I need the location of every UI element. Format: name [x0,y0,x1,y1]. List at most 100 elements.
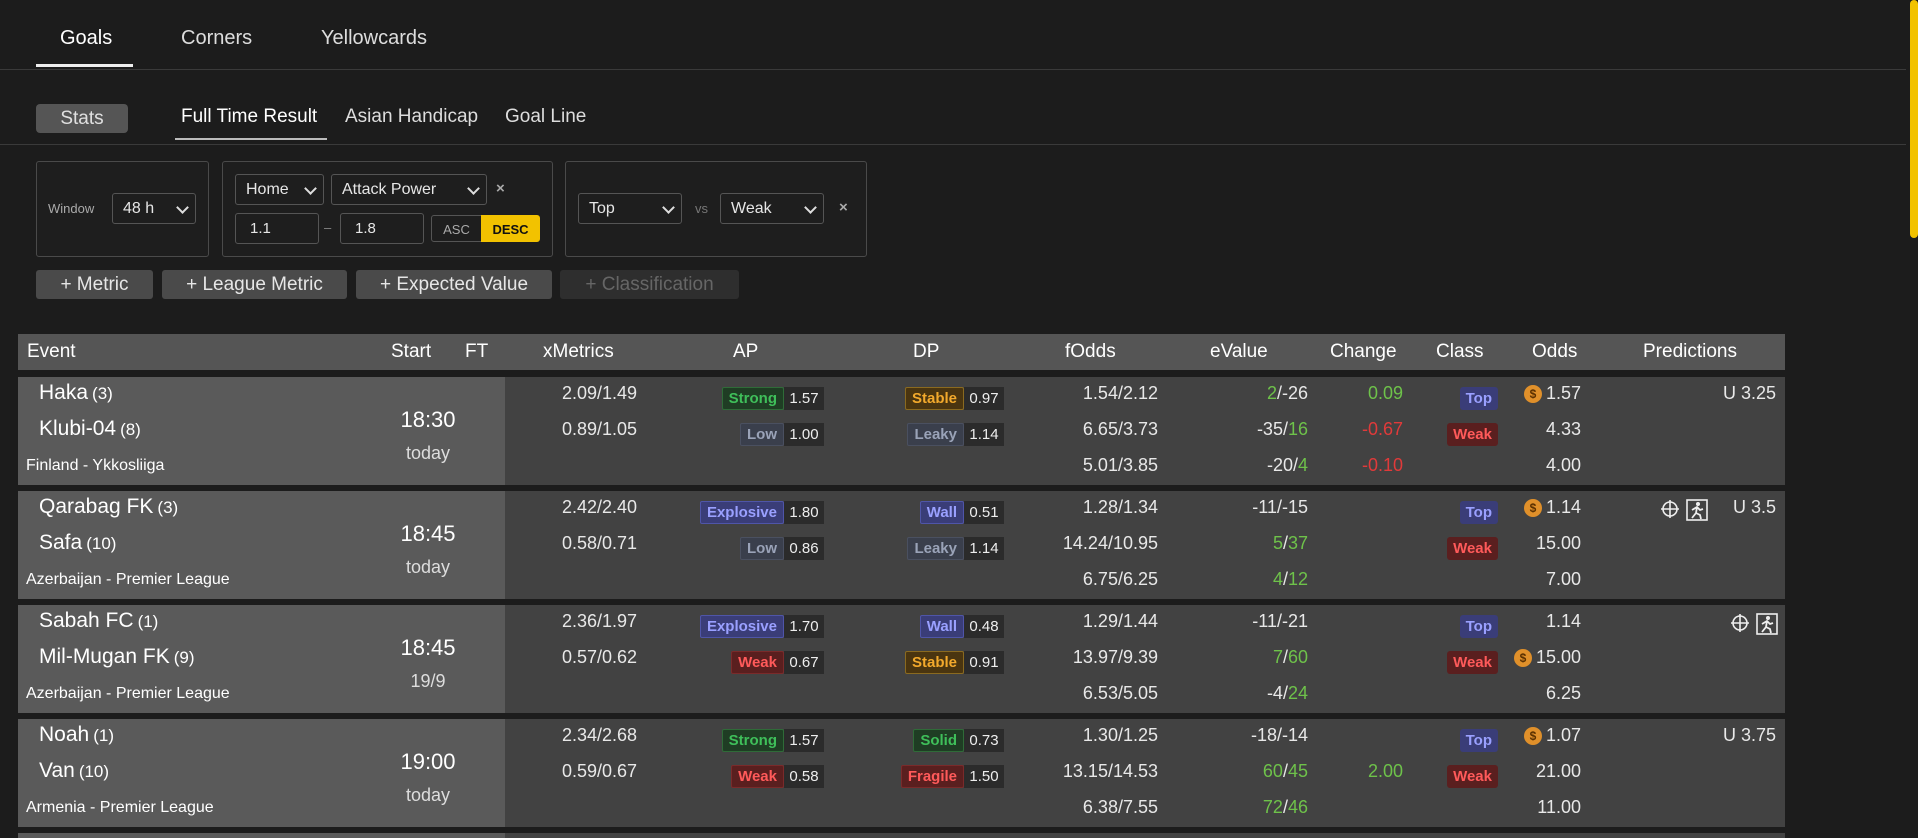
xmetrics-value: 2.42/2.40 [562,497,638,517]
evalue-value: 60/45 [1263,761,1308,782]
range-min-input[interactable]: 1.1 [235,213,319,244]
evalue-away: 60 [1287,647,1308,667]
odds-value[interactable]: 21.00 [1536,761,1581,782]
col-dp[interactable]: DP [913,341,939,363]
remove-classification-icon[interactable]: × [839,199,848,216]
money-bag-icon: $ [1523,385,1542,403]
running-player-icon[interactable] [1756,613,1778,641]
add-expected-value-button[interactable]: + Expected Value [356,270,552,299]
ap-value: 1.70 [784,615,824,638]
col-class[interactable]: Class [1436,341,1484,363]
away-team[interactable]: Safa (10) [39,531,116,555]
dp-value: 0.51 [964,501,1004,524]
odds-value[interactable]: $1.57 [1523,383,1581,404]
add-league-metric-button[interactable]: + League Metric [162,270,347,299]
event-cell[interactable]: Haka (3) Klubi-04 (8) Finland - Ykkosliiga 18… [18,377,505,485]
home-team[interactable]: Qarabag FK (3) [39,495,178,519]
table-row[interactable]: Noah (1) Van (10) Armenia - Premier League 19… [18,719,1785,827]
col-start[interactable]: Start [391,341,431,363]
event-cell[interactable]: Noah (1) Van (10) Armenia - Premier League 19… [18,719,505,827]
away-team[interactable]: Mil-Mugan FK (9) [39,645,194,669]
window-select[interactable]: 48 h [112,193,196,224]
home-team[interactable]: Haka (3) [39,381,113,405]
evalue-home: -18 [1250,725,1277,745]
odds-value[interactable]: $15.00 [1513,647,1581,668]
range-max-input[interactable]: 1.8 [340,213,424,244]
col-change[interactable]: Change [1330,341,1397,363]
evalue-away: 4 [1297,455,1308,475]
odds-value[interactable]: 7.00 [1546,569,1581,590]
evalue-away: -26 [1281,383,1308,403]
event-cell[interactable]: Sabah FC (1) Mil-Mugan FK (9) Azerbaijan - P… [18,605,505,713]
xmetrics-value: 0.89/1.05 [562,419,638,439]
add-metric-button[interactable]: + Metric [36,270,153,299]
tab-asian-handicap[interactable]: Asian Handicap [345,106,478,128]
scrollbar-thumb[interactable] [1910,0,1918,238]
ap-badge: Strong [721,387,784,410]
running-player-icon[interactable] [1686,499,1708,527]
stats-button[interactable]: Stats [36,104,128,133]
table-row[interactable]: Sabah FC (1) Mil-Mugan FK (9) Azerbaijan - P… [18,605,1785,713]
side-select-value: Home [246,181,289,198]
table-row[interactable] [18,833,1785,838]
away-team[interactable]: Van (10) [39,759,109,783]
evalue-value: 72/46 [1263,797,1308,818]
ap-value: 1.57 [784,387,824,410]
col-fodds[interactable]: fOdds [1065,341,1116,363]
col-ap[interactable]: AP [733,341,758,363]
tab-yellowcards[interactable]: Yellowcards [321,27,427,50]
odds-value[interactable]: $1.14 [1523,497,1581,518]
col-ft[interactable]: FT [465,341,488,363]
table-row[interactable]: Haka (3) Klubi-04 (8) Finland - Ykkosliiga 18… [18,377,1785,485]
evalue-home: -4 [1266,683,1283,703]
away-team-name: Safa [39,531,83,554]
col-odds[interactable]: Odds [1532,341,1577,363]
metric-select[interactable]: Attack Power [331,174,487,205]
tab-full-time-result[interactable]: Full Time Result [181,106,317,128]
remove-metric-icon[interactable]: × [496,180,505,197]
class-b-select[interactable]: Weak [720,193,824,224]
table-header: Event Start FT xMetrics AP DP fOdds eVal… [18,334,1785,370]
side-select[interactable]: Home [235,174,324,205]
col-event[interactable]: Event [27,341,76,363]
odds-value[interactable]: $1.07 [1523,725,1581,746]
active-tab-indicator [36,64,133,67]
class-badge-top: Top [1459,501,1498,524]
odds-value[interactable]: 1.14 [1546,611,1581,632]
evalue-value: -4/24 [1267,683,1308,704]
target-icon[interactable] [1660,499,1680,525]
odds-value[interactable]: 4.00 [1546,455,1581,476]
home-team[interactable]: Sabah FC (1) [39,609,158,633]
prediction-value: U 3.5 [1732,497,1776,517]
event-cell[interactable] [18,833,505,838]
sort-asc-button[interactable]: ASC [431,215,482,242]
tab-goal-line[interactable]: Goal Line [505,106,586,128]
event-cell[interactable]: Qarabag FK (3) Safa (10) Azerbaijan - Premie… [18,491,505,599]
fodds-value: 6.65/3.73 [1082,419,1158,439]
xmetrics-value: 0.57/0.62 [562,647,638,667]
col-predictions[interactable]: Predictions [1643,341,1737,363]
away-team[interactable]: Klubi-04 (8) [39,417,141,441]
odds-value[interactable]: 4.33 [1546,419,1581,440]
col-xmetrics[interactable]: xMetrics [543,341,614,363]
col-evalue[interactable]: eValue [1210,341,1268,363]
start-time: 18:45 [400,521,456,546]
start-day: today [405,785,451,805]
home-team-name: Noah [39,723,90,746]
sort-desc-button[interactable]: DESC [481,215,540,242]
scrollbar[interactable] [1906,0,1918,838]
odds-value[interactable]: 15.00 [1536,533,1581,554]
home-team-name: Haka [39,381,89,404]
class-badge-top: Top [1459,729,1498,752]
home-team[interactable]: Noah (1) [39,723,114,747]
table-row[interactable]: Qarabag FK (3) Safa (10) Azerbaijan - Premie… [18,491,1785,599]
class-a-select[interactable]: Top [578,193,682,224]
active-subtab-indicator [175,138,327,140]
odds-value[interactable]: 6.25 [1546,683,1581,704]
odds-text: 1.07 [1545,725,1581,745]
tab-corners[interactable]: Corners [181,27,252,50]
target-icon[interactable] [1730,613,1750,639]
tab-goals[interactable]: Goals [60,27,112,50]
odds-value[interactable]: 11.00 [1537,797,1581,818]
home-team-rank: (1) [93,726,114,745]
